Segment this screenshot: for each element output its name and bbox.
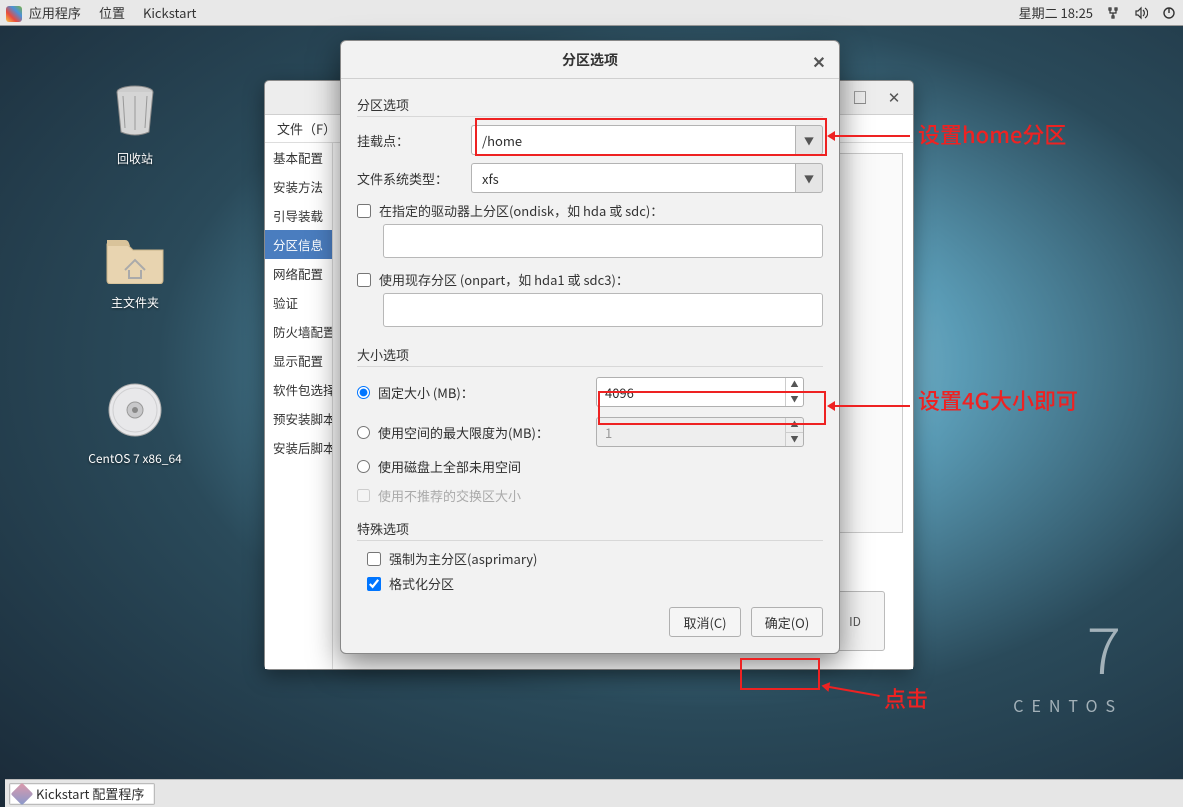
panel-clock[interactable]: 星期二 18:25 — [1019, 3, 1093, 22]
sidebar: 基本配置 安装方法 引导装载 分区信息 网络配置 验证 防火墙配置 显示配置 软… — [265, 143, 333, 669]
section-special: 特殊选项 — [357, 519, 823, 541]
desktop-disc-label: CentOS 7 x86_64 — [70, 450, 200, 467]
fixed-size-value: 4096 — [597, 378, 785, 406]
cancel-button[interactable]: 取消(C) — [669, 607, 741, 637]
annotation-click: 点击 — [884, 682, 928, 714]
onpart-label: 使用现存分区 (onpart，如 hda1 或 sdc3)： — [379, 270, 629, 289]
fixed-size-radio[interactable] — [357, 386, 370, 399]
ok-button[interactable]: 确定(O) — [751, 607, 823, 637]
desktop-trash[interactable]: 回收站 — [80, 80, 190, 167]
annotation-home: 设置home分区 — [918, 118, 1066, 150]
trash-icon — [80, 80, 190, 144]
chevron-down-icon[interactable]: ▼ — [786, 393, 803, 407]
sidebar-item-packages[interactable]: 软件包选择 — [265, 375, 332, 404]
applications-icon — [6, 6, 22, 22]
sidebar-item-display[interactable]: 显示配置 — [265, 346, 332, 375]
file-menu[interactable]: 文件（F） — [277, 119, 336, 138]
max-size-spinner: 1 ▲ ▼ — [596, 417, 804, 447]
folder-home-icon — [80, 230, 190, 288]
mount-label: 挂载点： — [357, 131, 461, 150]
chevron-down-icon[interactable]: ▼ — [795, 163, 823, 193]
arrow-home — [830, 135, 910, 137]
format-label: 格式化分区 — [389, 574, 454, 593]
sidebar-item-boot[interactable]: 引导装载 — [265, 201, 332, 230]
centos-logo: 7 CENTOS — [1013, 601, 1123, 717]
sidebar-item-firewall[interactable]: 防火墙配置 — [265, 317, 332, 346]
chevron-down-icon: ▼ — [786, 433, 803, 447]
max-size-value: 1 — [597, 418, 785, 446]
section-size: 大小选项 — [357, 345, 823, 367]
disc-icon — [70, 380, 200, 444]
onpart-input[interactable] — [383, 293, 823, 327]
arrow-click — [824, 685, 879, 697]
fixed-size-spinner[interactable]: 4096 ▲ ▼ — [596, 377, 804, 407]
max-size-radio[interactable] — [357, 426, 370, 439]
format-checkbox[interactable] — [367, 577, 381, 591]
ondisk-checkbox[interactable] — [357, 204, 371, 218]
window-maximize-icon[interactable]: □ — [843, 83, 877, 113]
dialog-title: 分区选项 — [562, 50, 618, 70]
fill-radio[interactable] — [357, 460, 370, 473]
section-partition: 分区选项 — [357, 95, 823, 117]
asprimary-checkbox[interactable] — [367, 552, 381, 566]
chevron-down-icon[interactable]: ▼ — [795, 125, 823, 155]
desktop-trash-label: 回收站 — [80, 150, 190, 167]
sidebar-item-auth[interactable]: 验证 — [265, 288, 332, 317]
chevron-up-icon: ▲ — [786, 418, 803, 433]
fixed-size-label: 固定大小 (MB)： — [378, 383, 588, 402]
kickstart-icon — [11, 782, 34, 805]
ondisk-input[interactable] — [383, 224, 823, 258]
fstype-value: xfs — [471, 163, 795, 193]
fill-label: 使用磁盘上全部未用空间 — [378, 457, 521, 476]
taskbar: Kickstart 配置程序 — [5, 779, 1183, 807]
desktop-home-label: 主文件夹 — [80, 294, 190, 311]
top-panel: 应用程序 位置 Kickstart 星期二 18:25 — [0, 0, 1183, 26]
onpart-checkbox[interactable] — [357, 273, 371, 287]
power-icon[interactable] — [1161, 5, 1177, 21]
taskbar-item-kickstart[interactable]: Kickstart 配置程序 — [9, 783, 155, 805]
annotation-size: 设置4G大小即可 — [918, 384, 1078, 416]
sidebar-item-install[interactable]: 安装方法 — [265, 172, 332, 201]
sidebar-item-partition[interactable]: 分区信息 — [265, 230, 332, 259]
max-size-label: 使用空间的最大限度为(MB)： — [378, 423, 588, 442]
mount-value: /home — [471, 125, 795, 155]
sidebar-item-preinstall[interactable]: 预安装脚本 — [265, 404, 332, 433]
panel-places[interactable]: 位置 — [99, 3, 125, 22]
sidebar-item-basic[interactable]: 基本配置 — [265, 143, 332, 172]
desktop-disc[interactable]: CentOS 7 x86_64 — [70, 380, 200, 467]
volume-icon[interactable] — [1133, 5, 1149, 21]
sidebar-item-postinstall[interactable]: 安装后脚本 — [265, 433, 332, 462]
window-close-icon[interactable]: ✕ — [877, 83, 911, 113]
ondisk-label: 在指定的驱动器上分区(ondisk，如 hda 或 sdc)： — [379, 201, 663, 220]
fstype-select[interactable]: xfs ▼ — [471, 163, 823, 193]
fstype-label: 文件系统类型： — [357, 169, 461, 188]
arrow-size — [830, 405, 910, 407]
swap-label: 使用不推荐的交换区大小 — [378, 486, 521, 505]
dialog-close-icon[interactable]: ✕ — [809, 49, 829, 69]
panel-app-name[interactable]: Kickstart — [143, 3, 196, 22]
sidebar-item-network[interactable]: 网络配置 — [265, 259, 332, 288]
desktop-home[interactable]: 主文件夹 — [80, 230, 190, 311]
mount-select[interactable]: /home ▼ — [471, 125, 823, 155]
partition-dialog: 分区选项 ✕ 分区选项 挂载点： /home ▼ 文件系统类型： xfs ▼ 在… — [340, 40, 840, 654]
panel-applications[interactable]: 应用程序 — [6, 3, 81, 22]
asprimary-label: 强制为主分区(asprimary) — [389, 549, 537, 568]
network-icon[interactable] — [1105, 5, 1121, 21]
swap-checkbox — [357, 489, 370, 502]
chevron-up-icon[interactable]: ▲ — [786, 378, 803, 393]
